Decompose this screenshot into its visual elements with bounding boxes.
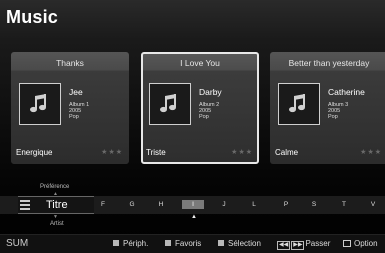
track-meta: Album 3 2005 Pop	[328, 102, 348, 120]
select-button[interactable]: Sélection	[218, 239, 261, 248]
sort-option-below[interactable]: Artist	[50, 221, 64, 227]
track-meta: Album 1 2005 Pop	[69, 102, 89, 120]
track-genre: Pop	[199, 114, 209, 120]
skip-button[interactable]: ◀◀ ▶▶ Passer	[277, 239, 330, 250]
list-icon	[20, 200, 30, 210]
track-meta: Album 2 2005 Pop	[199, 102, 219, 120]
track-artist: Darby	[199, 87, 222, 97]
music-note-icon	[19, 83, 61, 125]
brand-label: SUM	[6, 238, 29, 249]
track-genre: Pop	[328, 114, 338, 120]
sort-current-value: Titre	[46, 199, 68, 211]
letter-pointer-icon: ▲	[191, 214, 197, 220]
music-note-icon	[278, 83, 320, 125]
rewind-icon: ◀◀	[277, 241, 291, 250]
letter-index-item[interactable]: G	[122, 201, 142, 208]
letter-index-item[interactable]: L	[244, 201, 264, 208]
track-artist: Catherine	[328, 87, 365, 97]
track-title: I Love You	[180, 58, 220, 68]
red-key-icon	[113, 240, 119, 246]
green-key-icon	[165, 240, 171, 246]
letter-index-item[interactable]: H	[151, 201, 171, 208]
letter-index-item[interactable]: T	[334, 201, 354, 208]
sort-option-above[interactable]: Préférence	[40, 184, 69, 190]
page-title: Music	[6, 7, 59, 27]
skip-label: Passer	[305, 239, 331, 248]
track-artist: Jee	[69, 87, 83, 97]
music-note-icon	[149, 83, 191, 125]
up-arrow-icon: ▲	[53, 191, 58, 197]
rating-stars: ★★★	[360, 149, 382, 156]
letter-index-item[interactable]: F	[93, 201, 113, 208]
track-card[interactable]: Thanks Jee Album 1 2005 Pop Energique ★★…	[11, 52, 129, 164]
track-mood: Calme	[275, 148, 299, 157]
favorites-button[interactable]: Favoris	[165, 239, 201, 248]
yellow-key-icon	[218, 240, 224, 246]
music-screen: Music Thanks Jee Album 1 2005 Pop Energi…	[0, 0, 385, 253]
track-card-selected[interactable]: I Love You Darby Album 2 2005 Pop Triste…	[141, 52, 259, 164]
track-mood: Energique	[16, 148, 53, 157]
device-button[interactable]: Périph.	[113, 239, 148, 248]
tools-icon	[343, 240, 351, 247]
device-label: Périph.	[123, 239, 149, 248]
letter-index-item[interactable]: S	[304, 201, 324, 208]
letter-index-item[interactable]: J	[214, 201, 234, 208]
favorites-label: Favoris	[175, 239, 202, 248]
options-button[interactable]: Option	[343, 239, 378, 248]
track-card[interactable]: Better than yesterday Catherine Album 3 …	[270, 52, 385, 164]
rating-stars: ★★★	[231, 149, 253, 156]
options-label: Option	[354, 239, 378, 248]
track-genre: Pop	[69, 114, 79, 120]
letter-index-item[interactable]: P	[276, 201, 296, 208]
rating-stars: ★★★	[101, 149, 123, 156]
down-arrow-icon: ▼	[53, 214, 58, 220]
track-title: Better than yesterday	[288, 58, 370, 68]
letter-index-item-active[interactable]: I	[182, 200, 204, 209]
fast-forward-icon: ▶▶	[291, 241, 305, 250]
track-mood: Triste	[146, 148, 166, 157]
letter-index-item[interactable]: V	[363, 201, 383, 208]
track-title: Thanks	[56, 58, 84, 68]
select-label: Sélection	[228, 239, 261, 248]
